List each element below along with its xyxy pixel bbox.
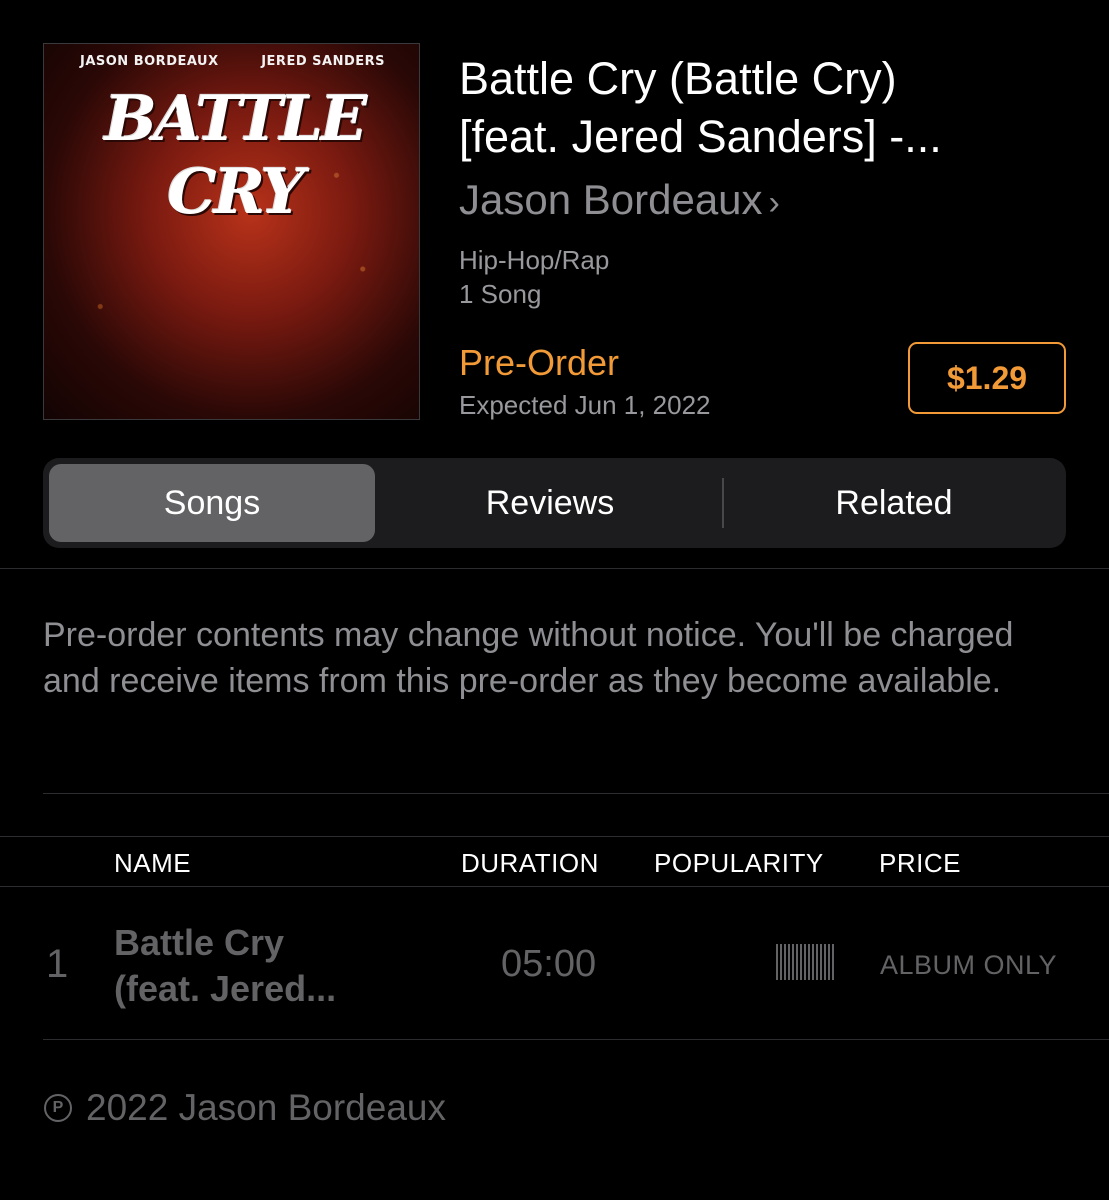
copyright: P 2022 Jason Bordeaux — [44, 1086, 446, 1130]
artist-link[interactable]: Jason Bordeaux › — [459, 174, 780, 229]
artwork-artist-left: JASON BORDEAUX — [80, 54, 219, 69]
tab-songs[interactable]: Songs — [49, 464, 375, 542]
copyright-text: 2022 Jason Bordeaux — [86, 1087, 446, 1128]
album-artwork: JASON BORDEAUX JERED SANDERS BATTLE CRY — [43, 43, 420, 420]
popularity-bars-icon — [776, 944, 836, 980]
genre-label: Hip-Hop/Rap — [459, 245, 610, 275]
expected-date: Expected Jun 1, 2022 — [459, 390, 711, 420]
divider — [43, 793, 1109, 794]
tab-divider — [722, 478, 724, 528]
album-title-line1: Battle Cry (Battle Cry) — [459, 53, 897, 104]
column-header-name[interactable]: NAME — [114, 848, 191, 878]
divider — [43, 1039, 1109, 1040]
preorder-label: Pre-Order — [459, 342, 620, 383]
chevron-right-icon: › — [768, 184, 780, 222]
divider — [0, 836, 1109, 837]
phonogram-icon: P — [44, 1094, 72, 1122]
artwork-artist-right: JERED SANDERS — [261, 54, 385, 69]
tab-related[interactable]: Related — [726, 464, 1062, 542]
artwork-title: BATTLE CRY — [104, 82, 367, 228]
column-header-price[interactable]: PRICE — [879, 848, 961, 878]
preorder-notice: Pre-order contents may change without no… — [43, 616, 1014, 700]
album-title: Battle Cry (Battle Cry) [feat. Jered San… — [459, 50, 1079, 166]
column-header-duration[interactable]: DURATION — [461, 848, 599, 878]
track-name-line2: (feat. Jered... — [114, 968, 337, 1009]
divider — [0, 568, 1109, 569]
track-duration: 05:00 — [501, 943, 597, 985]
artist-name[interactable]: Jason Bordeaux — [459, 176, 763, 223]
track-name-line1: Battle Cry — [114, 922, 285, 963]
track-number: 1 — [46, 942, 69, 986]
track-price: ALBUM ONLY — [880, 950, 1058, 980]
column-header-popularity[interactable]: POPULARITY — [654, 848, 824, 878]
song-count: 1 Song — [459, 279, 542, 309]
tab-reviews[interactable]: Reviews — [380, 464, 720, 542]
track-name: Battle Cry (feat. Jered... — [114, 920, 414, 1012]
price-button[interactable]: $1.29 — [908, 342, 1066, 414]
album-title-line2: [feat. Jered Sanders] -... — [459, 111, 942, 162]
